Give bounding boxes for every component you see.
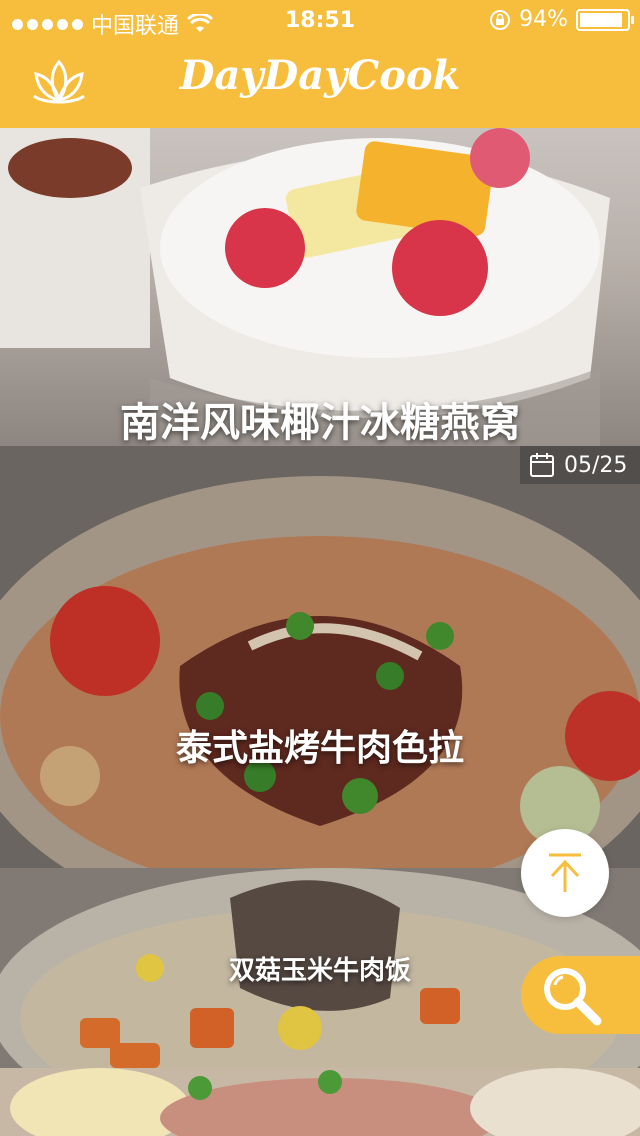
search-icon bbox=[544, 968, 602, 1026]
recipe-title: 南洋风味椰汁冰糖燕窝 bbox=[120, 400, 520, 446]
back-to-top-button[interactable] bbox=[521, 829, 609, 917]
battery-percent: 94% bbox=[519, 7, 568, 32]
recipe-card[interactable]: 泰式盐烤牛肉色拉 bbox=[0, 446, 640, 868]
status-bar: 中国联通 18:51 94% bbox=[0, 0, 640, 40]
brand-logo: DayDayCook bbox=[179, 52, 461, 99]
recipe-card[interactable] bbox=[0, 1068, 640, 1136]
recipe-title: 泰式盐烤牛肉色拉 bbox=[175, 728, 464, 769]
status-right: 94% bbox=[489, 7, 634, 32]
arrow-up-icon bbox=[549, 853, 581, 892]
recipe-date: 05/25 bbox=[564, 452, 628, 478]
search-button[interactable] bbox=[521, 956, 640, 1034]
top-bar: 中国联通 18:51 94% DayDayCook bbox=[0, 0, 640, 128]
recipe-card[interactable]: 南洋风味椰汁冰糖燕窝 bbox=[0, 128, 640, 446]
date-badge: 05/25 bbox=[520, 446, 640, 484]
calendar-icon bbox=[530, 453, 554, 477]
rotation-lock-icon bbox=[490, 9, 511, 30]
recipe-image bbox=[0, 1068, 640, 1136]
battery-icon bbox=[576, 8, 634, 31]
recipe-image bbox=[0, 446, 640, 868]
